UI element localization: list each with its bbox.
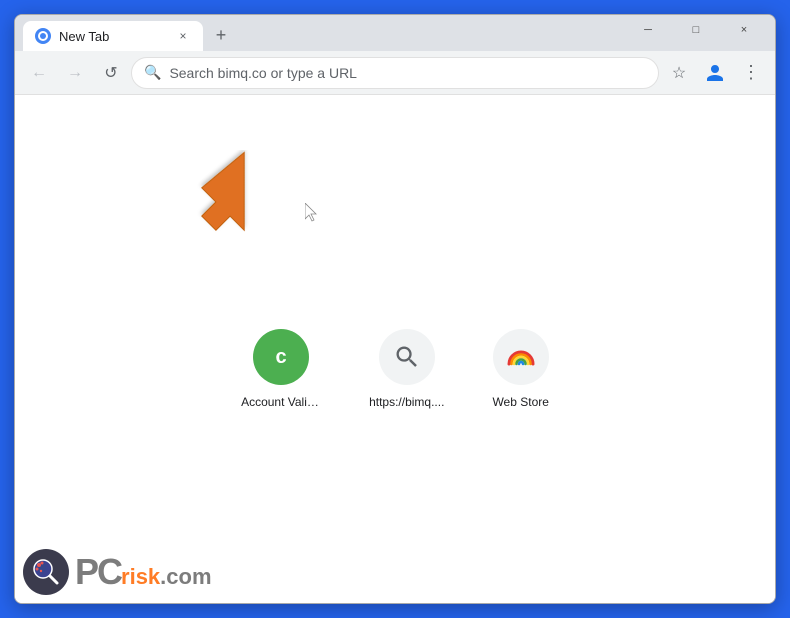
shortcut-webstore[interactable]: Web Store	[484, 321, 556, 417]
pcrisk-text-area: PCrisk.com	[75, 554, 212, 590]
address-bar[interactable]: 🔍 Search bimq.co or type a URL	[131, 57, 659, 89]
profile-icon	[705, 63, 725, 83]
shortcut-account-valid[interactable]: c Account Valid...	[233, 321, 329, 417]
tab-favicon-dot	[40, 33, 46, 39]
menu-button[interactable]: ⋮	[735, 57, 767, 89]
back-button[interactable]: ←	[23, 57, 55, 89]
minimize-button[interactable]: ─	[625, 15, 671, 45]
shortcut-account-label: Account Valid...	[241, 395, 321, 409]
page-content: c Account Valid... https://bimq....	[15, 95, 775, 603]
shortcut-bimq-label: https://bimq....	[369, 395, 444, 409]
tab-close-button[interactable]: ×	[175, 28, 191, 44]
dot-com-text: .com	[160, 566, 211, 588]
tab-area: New Tab × +	[23, 21, 617, 51]
profile-button[interactable]	[699, 57, 731, 89]
browser-window: New Tab × + ─ □ × ← → ↺ 🔍 Search bimq.co…	[14, 14, 776, 604]
maximize-button[interactable]: □	[673, 15, 719, 45]
tab-favicon-inner	[38, 31, 48, 41]
active-tab[interactable]: New Tab ×	[23, 21, 203, 51]
nav-bar: ← → ↺ 🔍 Search bimq.co or type a URL ☆ ⋮	[15, 51, 775, 95]
pcrisk-logo	[23, 549, 69, 595]
tab-title: New Tab	[59, 29, 167, 44]
forward-button[interactable]: →	[59, 57, 91, 89]
bookmark-button[interactable]: ☆	[663, 57, 695, 89]
shortcut-bimq[interactable]: https://bimq....	[361, 321, 452, 417]
shortcut-account-icon: c	[253, 329, 309, 385]
close-button[interactable]: ×	[721, 15, 767, 45]
new-tab-button[interactable]: +	[207, 21, 235, 49]
address-search-icon: 🔍	[144, 64, 161, 81]
title-bar: New Tab × + ─ □ ×	[15, 15, 775, 51]
reload-button[interactable]: ↺	[95, 57, 127, 89]
shortcut-webstore-label: Web Store	[492, 395, 548, 409]
pointing-arrow	[190, 150, 290, 245]
shortcuts-area: c Account Valid... https://bimq....	[233, 321, 557, 417]
shortcut-bimq-icon	[379, 329, 435, 385]
window-controls: ─ □ ×	[625, 15, 767, 45]
risk-text: risk	[121, 566, 160, 588]
address-text: Search bimq.co or type a URL	[169, 65, 646, 81]
pc-text: PC	[75, 554, 121, 590]
shortcut-webstore-icon	[493, 329, 549, 385]
tab-favicon	[35, 28, 51, 44]
watermark: PCrisk.com	[23, 549, 212, 595]
cursor-icon	[305, 203, 321, 223]
